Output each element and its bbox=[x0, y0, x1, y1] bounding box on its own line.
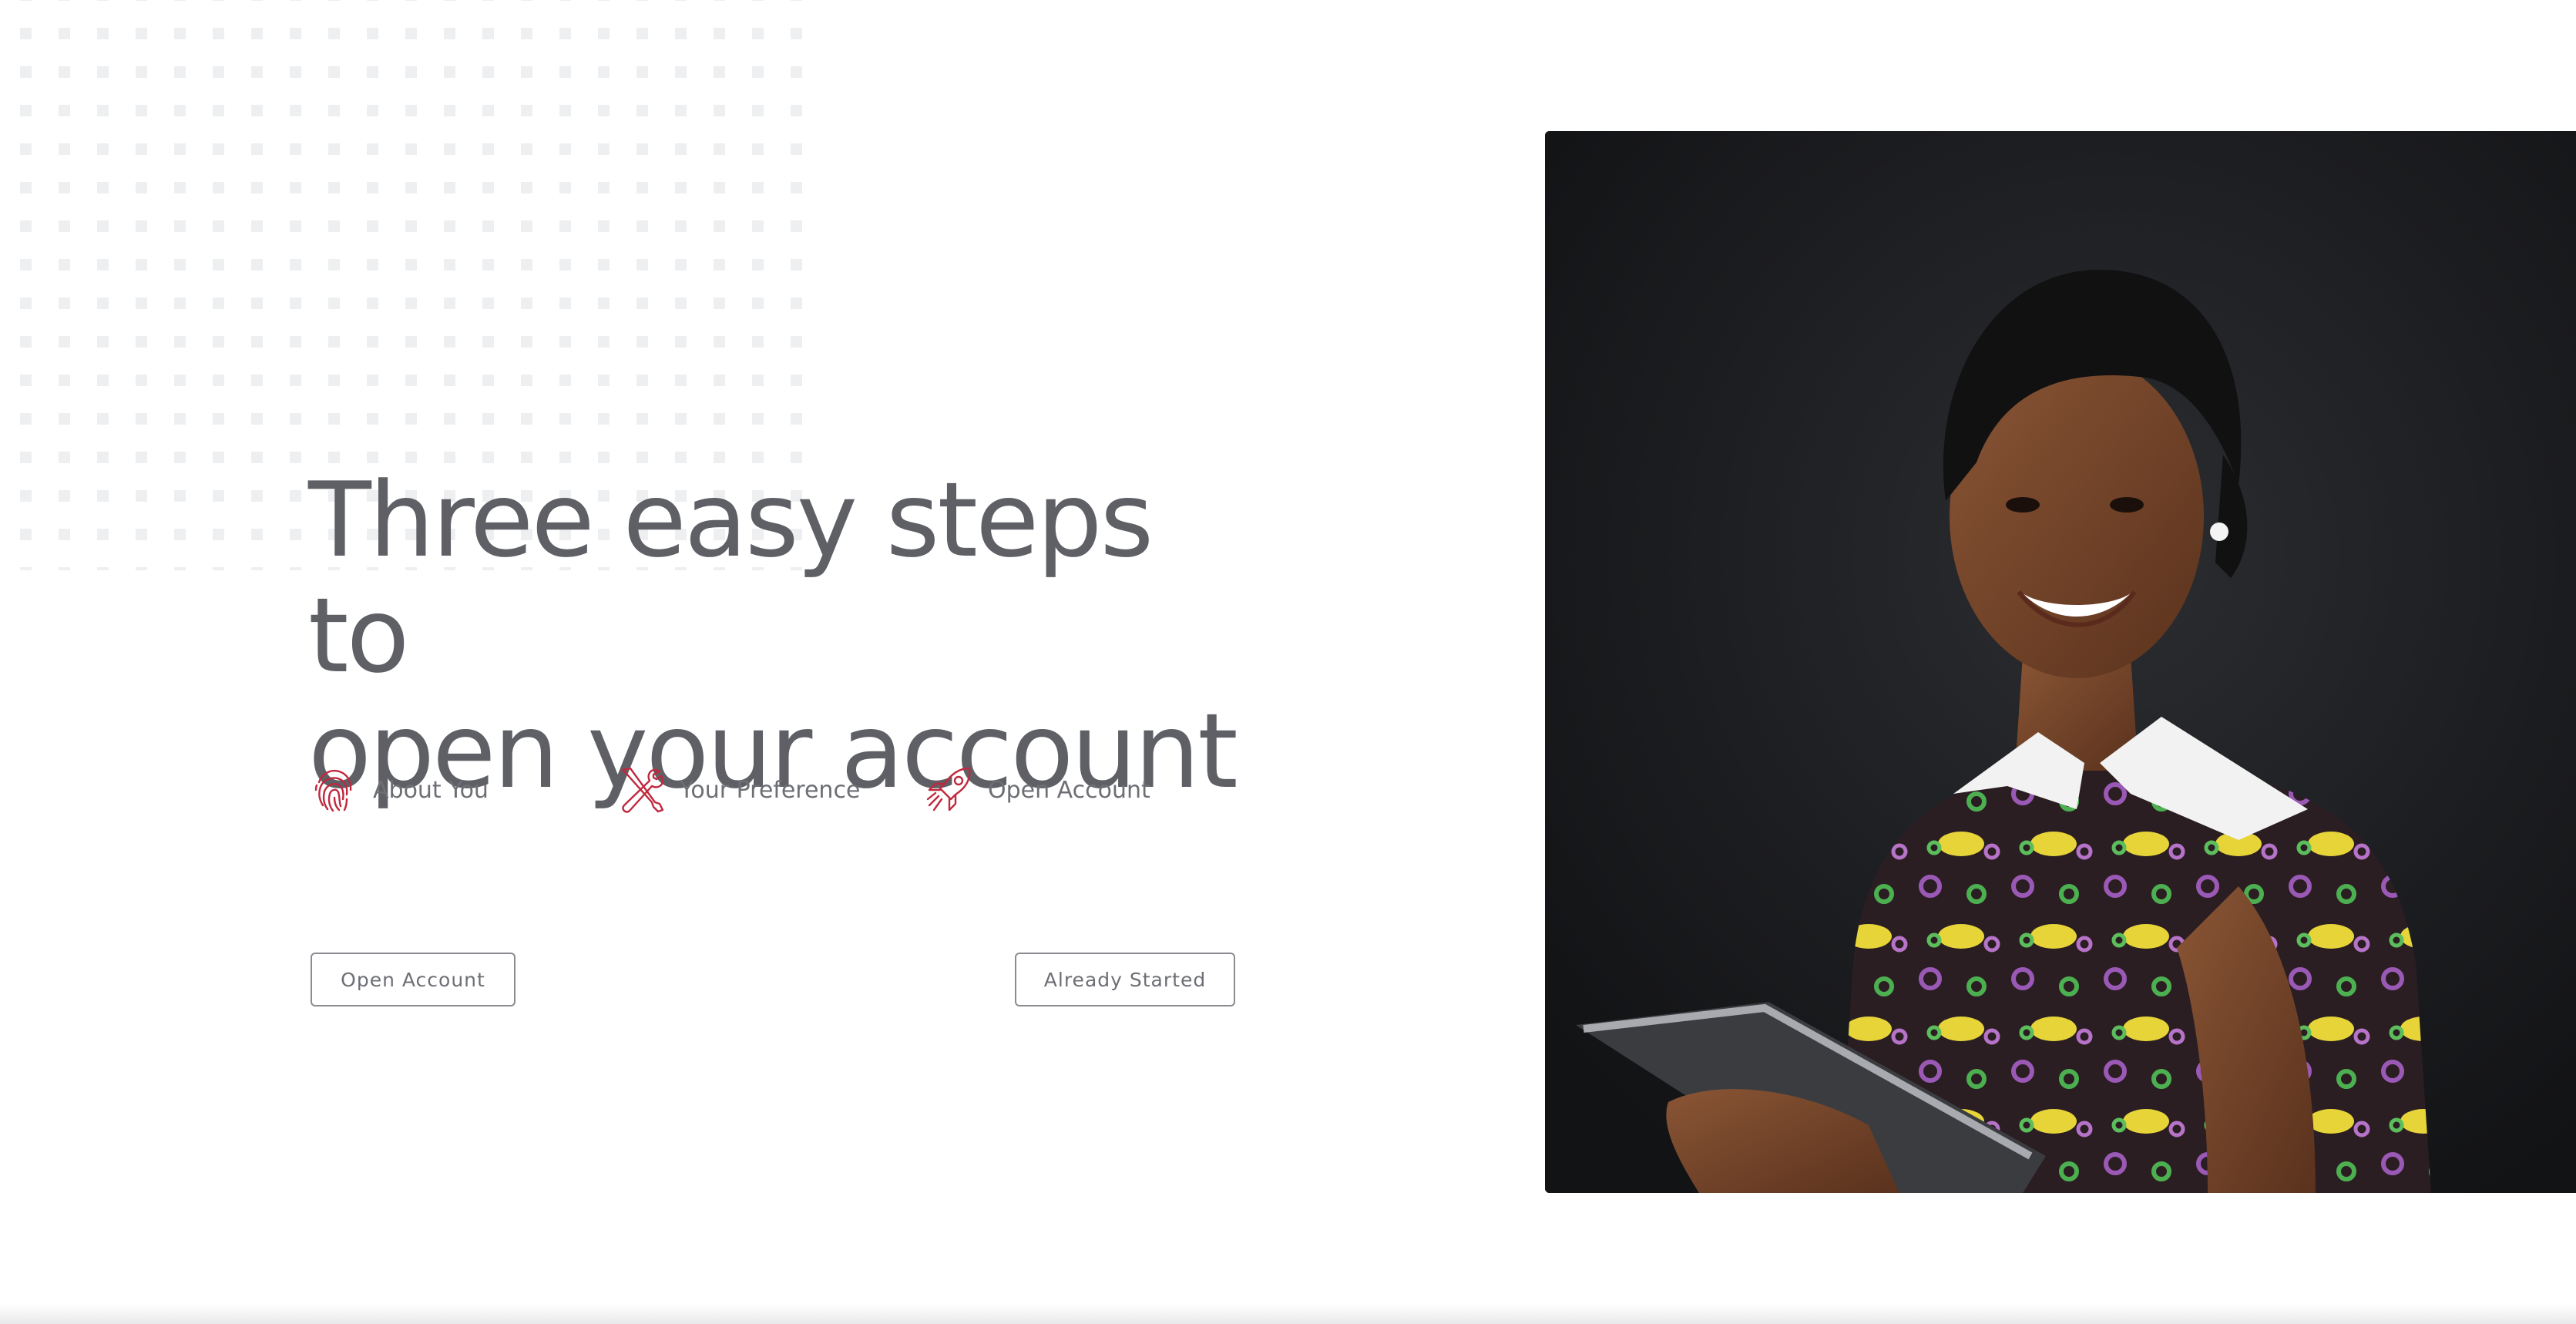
rocket-icon bbox=[925, 765, 974, 815]
headline-line-1: Three easy steps to bbox=[308, 460, 1154, 696]
step-open-account[interactable]: Open Account bbox=[925, 759, 1150, 821]
tools-icon bbox=[616, 765, 666, 815]
step-label-your-preference: Your Preference bbox=[680, 776, 861, 804]
fingerprint-icon bbox=[310, 765, 359, 815]
steps-list: About You Your Preference Open Account bbox=[308, 759, 1310, 821]
step-label-open-account: Open Account bbox=[988, 776, 1150, 804]
step-label-about-you: About You bbox=[373, 776, 489, 804]
hero-photo bbox=[1545, 131, 2576, 1193]
bottom-shadow bbox=[0, 1304, 2576, 1324]
already-started-button[interactable]: Already Started bbox=[1015, 953, 1235, 1006]
page: Three easy steps to open your account Ab… bbox=[0, 0, 2576, 1324]
step-your-preference[interactable]: Your Preference bbox=[616, 759, 860, 821]
page-title: Three easy steps to open your account bbox=[308, 462, 1279, 809]
open-account-button[interactable]: Open Account bbox=[311, 953, 516, 1006]
step-about-you[interactable]: About You bbox=[310, 759, 489, 821]
